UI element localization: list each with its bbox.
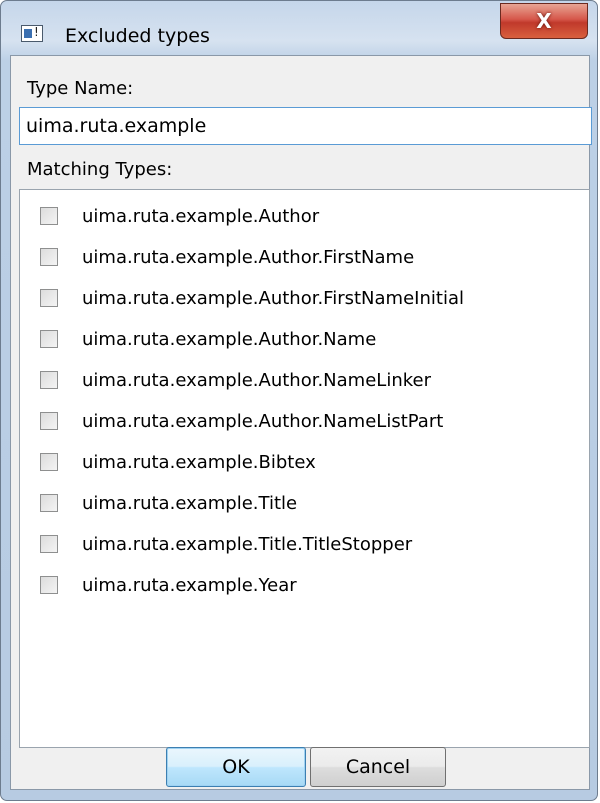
list-item-label: uima.ruta.example.Author bbox=[82, 205, 320, 227]
cancel-button[interactable]: Cancel bbox=[310, 747, 446, 787]
matching-types-label: Matching Types: bbox=[27, 159, 173, 180]
dialog-window: ! Excluded types X Type Name: Matching T… bbox=[0, 0, 598, 801]
list-item-label: uima.ruta.example.Author.Name bbox=[82, 328, 377, 350]
checkbox[interactable] bbox=[40, 576, 58, 594]
checkbox[interactable] bbox=[40, 371, 58, 389]
list-item[interactable]: uima.ruta.example.Title bbox=[40, 489, 297, 517]
ok-button[interactable]: OK bbox=[166, 747, 306, 787]
checkbox[interactable] bbox=[40, 207, 58, 225]
type-name-label: Type Name: bbox=[27, 78, 134, 99]
title-bar[interactable]: ! Excluded types X bbox=[1, 1, 597, 51]
list-item-label: uima.ruta.example.Bibtex bbox=[82, 451, 316, 473]
type-name-input[interactable] bbox=[19, 107, 592, 145]
close-button[interactable]: X bbox=[500, 3, 588, 39]
list-item[interactable]: uima.ruta.example.Author bbox=[40, 202, 319, 230]
list-item-label: uima.ruta.example.Title.TitleStopper bbox=[82, 533, 413, 555]
list-item-label: uima.ruta.example.Author.NameListPart bbox=[82, 410, 444, 432]
close-icon: X bbox=[536, 9, 552, 33]
list-item-label: uima.ruta.example.Author.NameLinker bbox=[82, 369, 431, 391]
list-item[interactable]: uima.ruta.example.Author.NameListPart bbox=[40, 407, 443, 435]
list-item-label: uima.ruta.example.Year bbox=[82, 574, 297, 596]
checkbox[interactable] bbox=[40, 289, 58, 307]
app-icon-bar bbox=[24, 29, 32, 38]
list-item-label: uima.ruta.example.Author.FirstNameInitia… bbox=[82, 287, 464, 309]
app-window-icon: ! bbox=[21, 25, 43, 42]
list-item[interactable]: uima.ruta.example.Bibtex bbox=[40, 448, 316, 476]
list-item[interactable]: uima.ruta.example.Author.NameLinker bbox=[40, 366, 431, 394]
list-item[interactable]: uima.ruta.example.Author.Name bbox=[40, 325, 376, 353]
matching-types-list[interactable]: uima.ruta.example.Author uima.ruta.examp… bbox=[19, 189, 590, 748]
list-item-label: uima.ruta.example.Title bbox=[82, 492, 298, 514]
checkbox[interactable] bbox=[40, 453, 58, 471]
checkbox[interactable] bbox=[40, 248, 58, 266]
checkbox[interactable] bbox=[40, 494, 58, 512]
checkbox[interactable] bbox=[40, 330, 58, 348]
list-item[interactable]: uima.ruta.example.Year bbox=[40, 571, 297, 599]
checkbox[interactable] bbox=[40, 535, 58, 553]
list-item[interactable]: uima.ruta.example.Title.TitleStopper bbox=[40, 530, 412, 558]
window-title: Excluded types bbox=[65, 25, 210, 47]
app-icon-mark: ! bbox=[34, 25, 39, 39]
list-item[interactable]: uima.ruta.example.Author.FirstName bbox=[40, 243, 414, 271]
list-item-label: uima.ruta.example.Author.FirstName bbox=[82, 246, 415, 268]
list-item[interactable]: uima.ruta.example.Author.FirstNameInitia… bbox=[40, 284, 464, 312]
checkbox[interactable] bbox=[40, 412, 58, 430]
